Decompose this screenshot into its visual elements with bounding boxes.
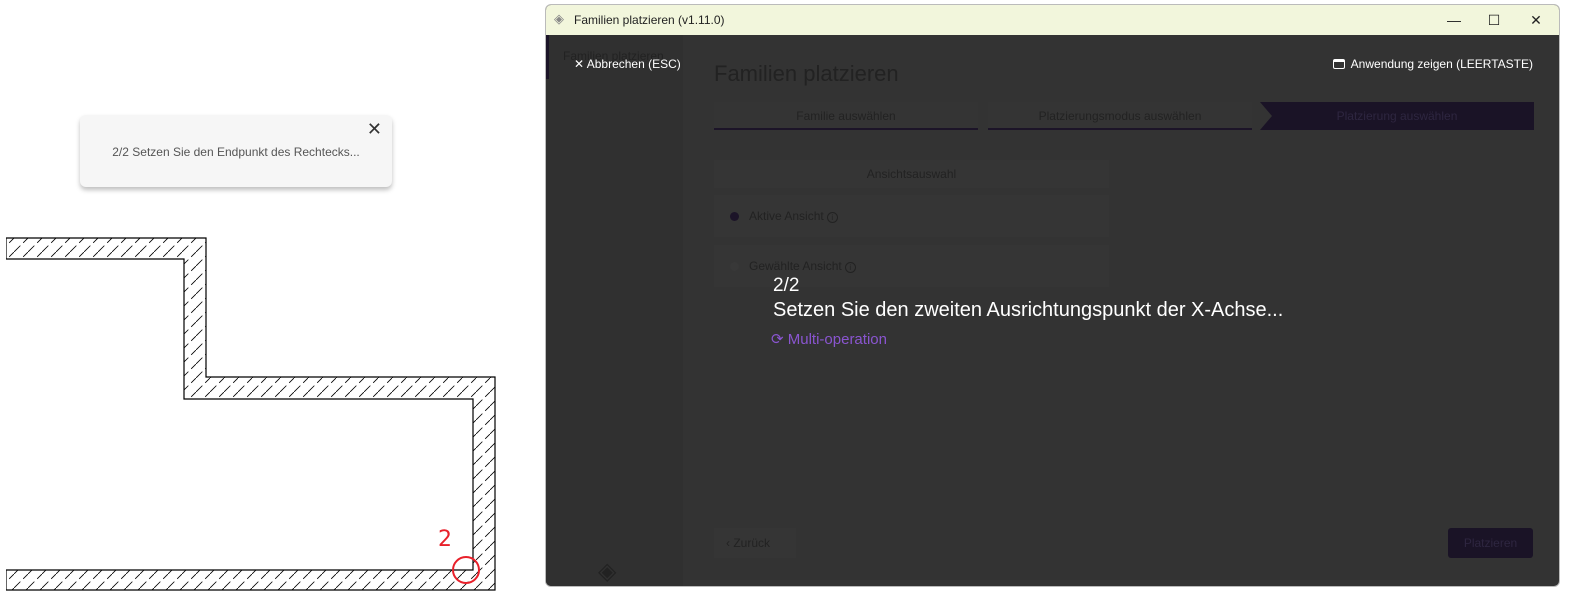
overlay-instruction: Setzen Sie den zweiten Ausrichtungspunkt… xyxy=(773,299,1284,321)
cancel-button[interactable]: ✕ Abbrechen (ESC) xyxy=(574,57,681,71)
sidebar-active-indicator xyxy=(546,35,549,79)
sidebar: Familien platzieren ◈ xyxy=(546,35,683,586)
radio-label: Aktive Ansicht xyxy=(749,209,824,223)
back-label: Zurück xyxy=(733,536,771,550)
toast-message: 2/2 Setzen Sie den Endpunkt des Rechteck… xyxy=(112,145,360,159)
maximize-button[interactable]: ☐ xyxy=(1479,9,1509,31)
show-application-button[interactable]: Anwendung zeigen (LEERTASTE) xyxy=(1332,57,1533,71)
minimize-button[interactable]: — xyxy=(1439,9,1469,31)
radio-active-view[interactable]: Aktive Ansicht i xyxy=(714,195,1109,237)
step-placement-mode[interactable]: Platzierungsmodus auswählen xyxy=(988,102,1252,130)
app-window: ◈ Familien platzieren (v1.11.0) — ☐ ✕ Fa… xyxy=(545,4,1560,587)
radio-unselected-icon xyxy=(730,262,739,271)
info-icon[interactable]: i xyxy=(844,262,856,273)
multi-operation-indicator: ⟳ Multi-operation xyxy=(771,330,887,348)
app-logo-icon: ◈ xyxy=(598,558,617,585)
step-placement[interactable]: Platzierung auswählen xyxy=(1260,102,1534,130)
point-label: 2 xyxy=(438,527,452,552)
cad-drawing[interactable]: 2 xyxy=(0,0,545,601)
instruction-toast: 2/2 Setzen Sie den Endpunkt des Rechteck… xyxy=(80,115,392,187)
wall-hatch xyxy=(5,237,496,591)
show-application-label: Anwendung zeigen (LEERTASTE) xyxy=(1350,57,1533,71)
repeat-icon: ⟳ xyxy=(771,331,784,348)
app-logo-icon: ◈ xyxy=(554,11,564,26)
view-selection-header: Ansichtsauswahl xyxy=(714,160,1109,188)
multi-operation-label: Multi-operation xyxy=(787,331,887,348)
window-icon xyxy=(1332,59,1345,69)
radio-label: Gewählte Ansicht xyxy=(749,259,842,273)
window-title: Familien platzieren (v1.11.0) xyxy=(574,13,725,27)
place-button[interactable]: Platzieren xyxy=(1448,528,1533,558)
info-icon[interactable]: i xyxy=(826,212,838,223)
close-icon[interactable]: ✕ xyxy=(367,119,382,140)
back-button[interactable]: ‹ Zurück xyxy=(714,528,796,558)
title-bar: ◈ Familien platzieren (v1.11.0) — ☐ ✕ xyxy=(546,5,1559,35)
radio-selected-icon xyxy=(730,212,739,221)
page-title: Familien platzieren xyxy=(714,61,899,86)
step-family[interactable]: Familie auswählen xyxy=(714,102,978,130)
close-button[interactable]: ✕ xyxy=(1521,9,1551,31)
overlay-step-counter: 2/2 xyxy=(773,275,800,296)
